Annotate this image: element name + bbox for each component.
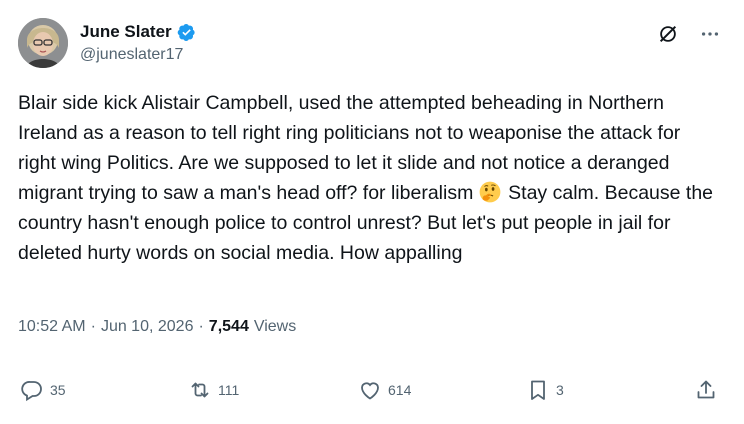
tweet-date[interactable]: Jun 10, 2026 (101, 318, 194, 336)
views-count[interactable]: 7,544 (209, 318, 249, 336)
tweet-meta: 10:52 AM · Jun 10, 2026 · 7,544 Views (18, 318, 296, 336)
heart-icon (361, 382, 379, 400)
grok-slash-icon[interactable] (654, 20, 682, 48)
bookmark-count: 3 (556, 382, 564, 398)
like-button[interactable]: 614 (358, 378, 411, 402)
share-button[interactable] (694, 378, 718, 402)
like-count: 614 (388, 382, 412, 398)
repost-icon (191, 382, 209, 398)
tweet-header: June Slater @juneslater17 (18, 18, 726, 70)
views-label[interactable]: Views (254, 318, 296, 336)
more-dots-icon[interactable] (696, 20, 724, 48)
tweet-time[interactable]: 10:52 AM (18, 318, 86, 336)
bookmark-icon (531, 380, 545, 400)
reply-button[interactable]: 35 (20, 378, 66, 402)
share-icon (697, 380, 715, 399)
repost-count: 111 (218, 382, 240, 398)
user-handle[interactable]: @juneslater17 (80, 46, 183, 64)
meta-separator: · (90, 318, 96, 335)
meta-separator: · (198, 318, 204, 335)
display-name[interactable]: June Slater (80, 22, 172, 42)
thinking-face-icon (479, 181, 501, 203)
action-bar: 35 111 614 3 (20, 378, 720, 410)
name-row: June Slater (80, 22, 196, 42)
repost-button[interactable]: 111 (188, 378, 239, 402)
bookmark-button[interactable]: 3 (526, 378, 564, 402)
reply-icon (21, 381, 42, 402)
reply-count: 35 (50, 382, 66, 398)
tweet-text: Blair side kick Alistair Campbell, used … (18, 88, 718, 268)
top-actions (654, 20, 724, 48)
verified-badge-icon (177, 23, 196, 42)
avatar-image (18, 18, 68, 68)
avatar[interactable] (18, 18, 68, 68)
